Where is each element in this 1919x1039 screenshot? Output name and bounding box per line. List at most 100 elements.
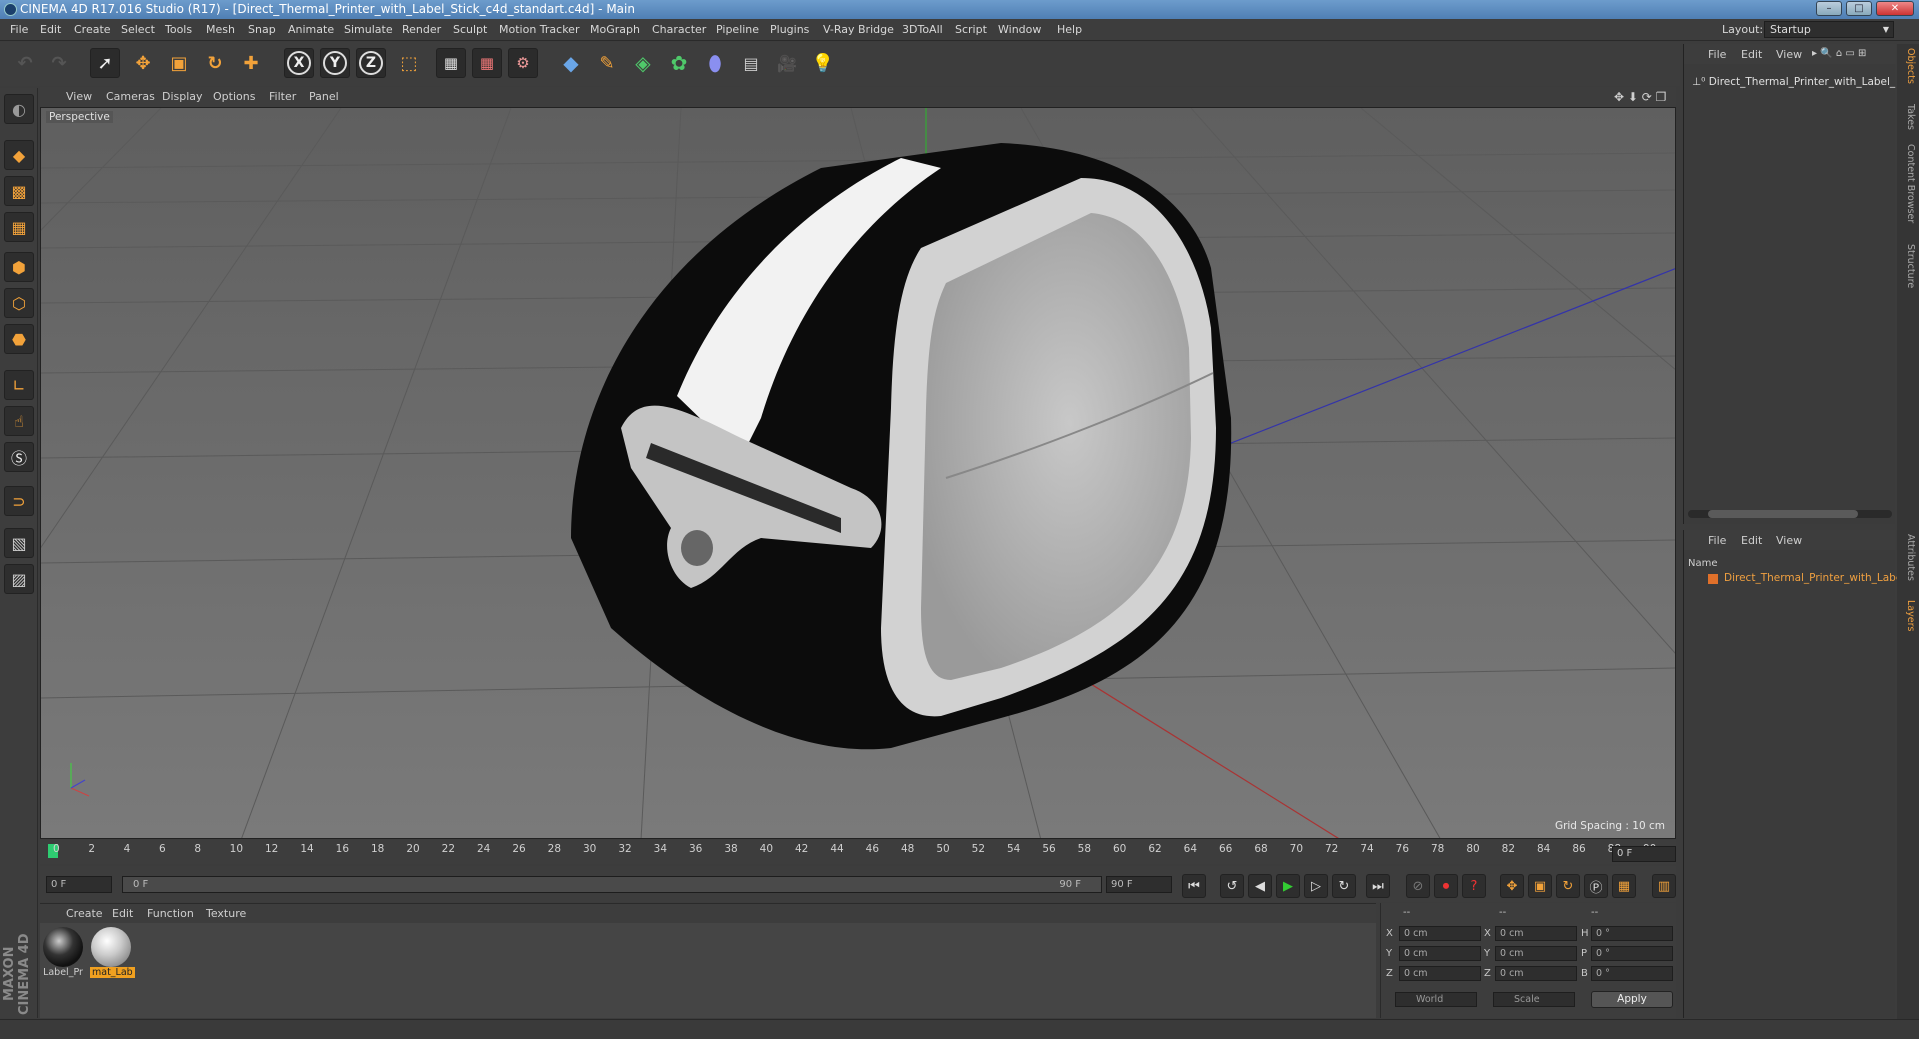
menu-render[interactable]: Render [402, 23, 441, 36]
menu-plugins[interactable]: Plugins [770, 23, 809, 36]
layer-menu-view[interactable]: View [1776, 534, 1802, 547]
menu-mograph[interactable]: MoGraph [590, 23, 640, 36]
key-scale-icon[interactable]: ▣ [1528, 874, 1552, 898]
model-mode-icon[interactable]: ◆ [4, 140, 34, 170]
layout-select[interactable]: Startup ▼ [1764, 21, 1894, 38]
move-tool-icon[interactable]: ✥ [128, 48, 158, 78]
quantize-icon[interactable]: ▨ [4, 564, 34, 594]
viewport-menu-cameras[interactable]: Cameras [106, 90, 155, 103]
workplane-mode-icon[interactable]: ▦ [4, 212, 34, 242]
menu-create[interactable]: Create [74, 23, 111, 36]
layer-item-name[interactable]: Direct_Thermal_Printer_with_Label [1724, 572, 1905, 584]
menu-select[interactable]: Select [121, 23, 155, 36]
axis-mode-icon[interactable]: ∟ [4, 370, 34, 400]
material-menu-create[interactable]: Create [66, 907, 103, 920]
make-editable-icon[interactable]: ◐ [4, 94, 34, 124]
autokey-icon[interactable]: ? [1462, 874, 1486, 898]
viewport-menu-filter[interactable]: Filter [269, 90, 296, 103]
minimize-button[interactable]: – [1816, 1, 1842, 16]
menu-3dtoall[interactable]: 3DToAll [902, 23, 943, 36]
points-mode-icon[interactable]: ⬢ [4, 252, 34, 282]
menu-window[interactable]: Window [998, 23, 1041, 36]
material-menu-function[interactable]: Function [147, 907, 194, 920]
lock-z-axis-button[interactable]: Z [356, 48, 386, 78]
material-menu-edit[interactable]: Edit [112, 907, 133, 920]
tab-structure[interactable]: Structure [1900, 244, 1916, 288]
lock-x-axis-button[interactable]: X [284, 48, 314, 78]
texture-mode-icon[interactable]: ▩ [4, 176, 34, 206]
deformer-icon[interactable]: ⬮ [700, 48, 730, 78]
menu-simulate[interactable]: Simulate [344, 23, 393, 36]
solo-mode-icon[interactable]: Ⓢ [4, 442, 34, 472]
tab-takes[interactable]: Takes [1900, 104, 1916, 130]
menu-animate[interactable]: Animate [288, 23, 334, 36]
position-y-field[interactable]: 0 cm [1399, 946, 1481, 961]
cube-primitive-icon[interactable]: ◆ [556, 48, 586, 78]
material-item[interactable]: mat_Lab [90, 927, 135, 979]
viewport-menu-options[interactable]: Options [213, 90, 255, 103]
layer-menu-edit[interactable]: Edit [1741, 534, 1762, 547]
start-frame-field[interactable]: 0 F [46, 876, 112, 893]
transform-tool-icon[interactable]: ✚ [236, 48, 266, 78]
timeline-ruler[interactable]: 0 2 4 6 8 10 12 14 16 18 20 22 24 26 28 30 32 34 36 38 40 42 4… [40, 840, 1676, 864]
pen-spline-icon[interactable]: ✎ [592, 48, 622, 78]
viewport-navigation-icons[interactable]: ✥ ⬇ ⟳ ❐ [1614, 90, 1666, 104]
previous-frame-icon[interactable]: ◀ [1248, 874, 1272, 898]
cloner-icon[interactable]: ✿ [664, 48, 694, 78]
goto-end-icon[interactable]: ⏭ [1366, 874, 1390, 898]
key-rotation-icon[interactable]: ↻ [1556, 874, 1580, 898]
menu-edit[interactable]: Edit [40, 23, 61, 36]
viewport-menu-display[interactable]: Display [162, 90, 203, 103]
transform-mode-select[interactable]: Scale [1493, 992, 1575, 1007]
object-menu-view[interactable]: View [1776, 48, 1802, 61]
menu-help[interactable]: Help [1057, 23, 1082, 36]
tab-objects[interactable]: Objects [1900, 48, 1916, 84]
render-view-icon[interactable]: ▦ [436, 48, 466, 78]
object-horizontal-scrollbar[interactable] [1688, 510, 1892, 518]
render-settings-icon[interactable]: ⚙ [508, 48, 538, 78]
size-z-field[interactable]: 0 cm [1495, 966, 1577, 981]
menu-sculpt[interactable]: Sculpt [453, 23, 487, 36]
menu-mesh[interactable]: Mesh [206, 23, 235, 36]
menu-snap[interactable]: Snap [248, 23, 276, 36]
snap-icon[interactable]: ⊃ [4, 486, 34, 516]
record-active-icon[interactable]: ⏺ [1434, 874, 1458, 898]
subdivision-surface-icon[interactable]: ◈ [628, 48, 658, 78]
position-z-field[interactable]: 0 cm [1399, 966, 1481, 981]
menu-vray-bridge[interactable]: V-Ray Bridge [823, 23, 894, 36]
viewport-menu-panel[interactable]: Panel [309, 90, 339, 103]
menu-motion-tracker[interactable]: Motion Tracker [499, 23, 579, 36]
tab-layers[interactable]: Layers [1900, 600, 1916, 631]
object-toolbar-icons[interactable]: ▸ 🔍 ⌂ ▭ ⊞ [1812, 48, 1866, 59]
object-menu-edit[interactable]: Edit [1741, 48, 1762, 61]
rotation-h-field[interactable]: 0 ° [1591, 926, 1673, 941]
next-key-icon[interactable]: ↻ [1332, 874, 1356, 898]
object-tree-item[interactable]: ⊥⁰ Direct_Thermal_Printer_with_Label_ [1692, 76, 1895, 88]
undo-icon[interactable]: ↶ [10, 48, 40, 78]
floor-icon[interactable]: ▤ [736, 48, 766, 78]
timeline-window-icon[interactable]: ▥ [1652, 874, 1676, 898]
close-button[interactable]: ✕ [1876, 1, 1914, 16]
current-frame-field[interactable]: 0 F [1612, 846, 1676, 862]
keyframe-selection-icon[interactable]: ⊘ [1406, 874, 1430, 898]
coordinate-mode-select[interactable]: World [1395, 992, 1477, 1007]
redo-icon[interactable]: ↷ [44, 48, 74, 78]
tab-attributes[interactable]: Attributes [1900, 534, 1916, 581]
tweak-mode-icon[interactable]: ☝ [4, 406, 34, 436]
light-icon[interactable]: 💡 [808, 48, 838, 78]
key-position-icon[interactable]: ✥ [1500, 874, 1524, 898]
position-x-field[interactable]: 0 cm [1399, 926, 1481, 941]
perspective-viewport[interactable]: Perspective Grid Spacing : 10 cm [40, 107, 1676, 839]
lock-y-axis-button[interactable]: Y [320, 48, 350, 78]
size-x-field[interactable]: 0 cm [1495, 926, 1577, 941]
size-y-field[interactable]: 0 cm [1495, 946, 1577, 961]
menu-pipeline[interactable]: Pipeline [716, 23, 759, 36]
workplane-lock-icon[interactable]: ▧ [4, 528, 34, 558]
play-icon[interactable]: ▶ [1276, 874, 1300, 898]
camera-icon[interactable]: 🎥 [772, 48, 802, 78]
end-frame-field[interactable]: 90 F [1106, 876, 1172, 893]
menu-character[interactable]: Character [652, 23, 706, 36]
rotation-p-field[interactable]: 0 ° [1591, 946, 1673, 961]
next-frame-icon[interactable]: ▷ [1304, 874, 1328, 898]
menu-script[interactable]: Script [955, 23, 987, 36]
